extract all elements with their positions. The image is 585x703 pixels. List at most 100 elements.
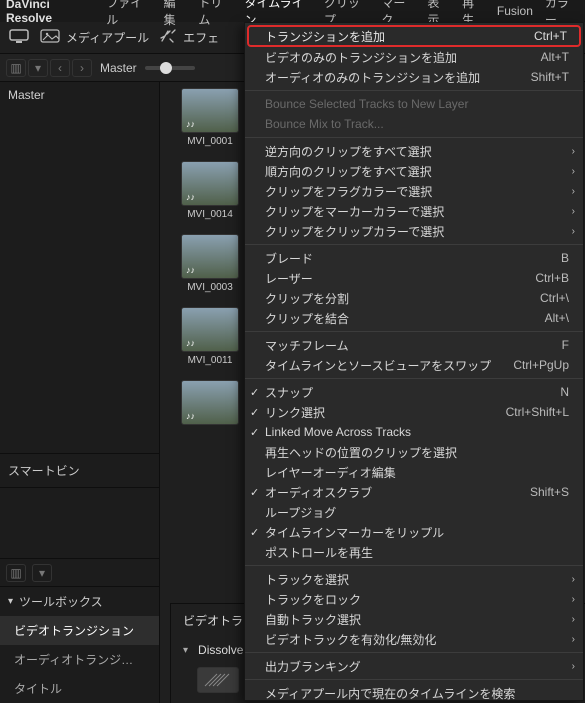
menu-add-audio-transition[interactable]: オーディオのみのトランジションを追加Shift+T	[245, 67, 583, 87]
layout-icon[interactable]: ▥	[6, 59, 26, 77]
menu-file[interactable]: ファイル	[106, 0, 151, 28]
clip-thumb[interactable]: MVI_0001	[170, 88, 250, 147]
menu-output-blanking[interactable]: 出力ブランキング›	[245, 656, 583, 676]
menu-bounce-mix: Bounce Mix to Track...	[245, 114, 583, 134]
menu-match-frame[interactable]: マッチフレームF	[245, 335, 583, 355]
menu-shortcut: Shift+T	[519, 70, 569, 84]
menu-find-timeline[interactable]: メディアプール内で現在のタイムラインを検索	[245, 683, 583, 703]
app-name: DaVinci Resolve	[6, 0, 94, 25]
menu-label: 出力ブランキング	[265, 658, 569, 675]
transition-swatch-icon[interactable]	[197, 667, 239, 693]
main-menubar: DaVinci Resolve ファイル 編集 トリム タイムライン クリップ …	[0, 0, 585, 22]
menu-shortcut: N	[548, 385, 569, 399]
check-icon: ✓	[250, 526, 259, 539]
menu-label: 順方向のクリップをすべて選択	[265, 163, 569, 180]
menu-select-forward[interactable]: 順方向のクリップをすべて選択›	[245, 161, 583, 181]
menu-join-clips[interactable]: クリップを結合Alt+\	[245, 308, 583, 328]
menu-shortcut: Shift+S	[518, 485, 569, 499]
menu-linked-move[interactable]: ✓ Linked Move Across Tracks	[245, 422, 583, 442]
menu-label: クリップをクリップカラーで選択	[265, 223, 569, 240]
menu-shortcut: Ctrl+PgUp	[501, 358, 569, 372]
menu-label: マッチフレーム	[265, 337, 550, 354]
menu-snap[interactable]: ✓スナップN	[245, 382, 583, 402]
media-pool-icon	[40, 29, 60, 46]
thumb-image	[181, 88, 239, 133]
toolbox-audio-transition[interactable]: オーディオトランジ…	[0, 645, 159, 674]
chevron-down-icon: ▾	[8, 596, 13, 607]
media-pool-button[interactable]: メディアプール	[40, 29, 149, 46]
toolbox-header[interactable]: ▾ ツールボックス	[0, 587, 159, 616]
menu-split-clip[interactable]: クリップを分割Ctrl+\	[245, 288, 583, 308]
slider-handle[interactable]	[160, 62, 172, 74]
thumbnail-size-slider[interactable]	[145, 66, 195, 70]
menu-select-at-playhead[interactable]: 再生ヘッドの位置のクリップを選択	[245, 442, 583, 462]
prev-button[interactable]: ‹	[50, 59, 70, 77]
menu-enable-video-track[interactable]: ビデオトラックを有効化/無効化›	[245, 629, 583, 649]
menu-select-flag-color[interactable]: クリップをフラグカラーで選択›	[245, 181, 583, 201]
menu-auto-track-select[interactable]: 自動トラック選択›	[245, 609, 583, 629]
bin-master[interactable]: Master	[0, 82, 159, 108]
menu-add-transition[interactable]: トランジションを追加 Ctrl+T	[247, 25, 581, 47]
toolbox-title[interactable]: タイトル	[0, 674, 159, 703]
chevron-right-icon: ›	[572, 206, 575, 217]
chevron-right-icon: ›	[572, 661, 575, 672]
menu-edit[interactable]: 編集	[164, 0, 187, 28]
menu-layered-audio[interactable]: レイヤーオーディオ編集	[245, 462, 583, 482]
check-icon: ✓	[250, 406, 259, 419]
clip-thumb[interactable]: MVI_0011	[170, 307, 250, 366]
transition-group-dissolve[interactable]: Dissolve	[198, 643, 243, 657]
menu-razor[interactable]: レーザーCtrl+B	[245, 268, 583, 288]
menu-label: Linked Move Across Tracks	[265, 425, 569, 439]
layout2-icon[interactable]: ▥	[6, 564, 26, 582]
menu-select-clip-color[interactable]: クリップをクリップカラーで選択›	[245, 221, 583, 241]
menu-label: ループジョグ	[265, 504, 569, 521]
menu-shortcut: F	[550, 338, 569, 352]
check-icon: ✓	[250, 426, 259, 439]
dropdown2-icon[interactable]: ▾	[32, 564, 52, 582]
menu-audio-scrub[interactable]: ✓オーディオスクラブShift+S	[245, 482, 583, 502]
next-button[interactable]: ›	[72, 59, 92, 77]
menu-trim[interactable]: トリム	[198, 0, 232, 28]
menu-select-backward[interactable]: 逆方向のクリップをすべて選択›	[245, 141, 583, 161]
menu-lock-track[interactable]: トラックをロック›	[245, 589, 583, 609]
toolbox-video-transition[interactable]: ビデオトランジション	[0, 616, 159, 645]
chevron-right-icon: ›	[572, 226, 575, 237]
menu-play-postroll[interactable]: ポストロールを再生	[245, 542, 583, 562]
menu-swap-viewer[interactable]: タイムラインとソースビューアをスワップCtrl+PgUp	[245, 355, 583, 375]
menu-blade[interactable]: ブレードB	[245, 248, 583, 268]
breadcrumb-master[interactable]: Master	[100, 61, 137, 75]
clip-thumb[interactable]: MVI_0003	[170, 234, 250, 293]
menu-shortcut: Alt+T	[529, 50, 569, 64]
chevron-right-icon: ›	[572, 574, 575, 585]
menu-label: タイムラインとソースビューアをスワップ	[265, 357, 501, 374]
menu-label: トラックを選択	[265, 571, 569, 588]
menu-linked-selection[interactable]: ✓リンク選択Ctrl+Shift+L	[245, 402, 583, 422]
menu-add-video-transition[interactable]: ビデオのみのトランジションを追加Alt+T	[245, 47, 583, 67]
smart-bin-header[interactable]: スマートビン	[0, 453, 159, 488]
media-pool-label: メディアプール	[66, 29, 149, 46]
monitor-icon[interactable]	[8, 28, 30, 47]
chevron-down-icon: ▾	[183, 645, 188, 656]
menu-label: クリップを分割	[265, 290, 528, 307]
menu-label: Bounce Selected Tracks to New Layer	[265, 97, 569, 111]
menu-shortcut: B	[549, 251, 569, 265]
left-panel: Master スマートビン ▥ ▾ ▾ ツールボックス ビデオトランジション オ…	[0, 82, 160, 703]
menu-label: トラックをロック	[265, 591, 569, 608]
timeline-menu: トランジションを追加 Ctrl+T ビデオのみのトランジションを追加Alt+T …	[244, 22, 584, 701]
menu-select-marker-color[interactable]: クリップをマーカーカラーで選択›	[245, 201, 583, 221]
menu-label: クリップを結合	[265, 310, 533, 327]
effects-button[interactable]: エフェ	[159, 28, 219, 47]
dropdown-icon[interactable]: ▾	[28, 59, 48, 77]
menu-label: クリップをフラグカラーで選択	[265, 183, 569, 200]
menu-fusion[interactable]: Fusion	[497, 4, 533, 18]
menu-label: クリップをマーカーカラーで選択	[265, 203, 569, 220]
menu-label: 自動トラック選択	[265, 611, 569, 628]
clip-thumb[interactable]: MVI_0014	[170, 161, 250, 220]
menu-loop-jog[interactable]: ループジョグ	[245, 502, 583, 522]
thumb-image	[181, 307, 239, 352]
effects-icon	[159, 28, 177, 47]
menu-select-track[interactable]: トラックを選択›	[245, 569, 583, 589]
thumb-image	[181, 234, 239, 279]
menu-ripple-markers[interactable]: ✓タイムラインマーカーをリップル	[245, 522, 583, 542]
clip-thumb[interactable]	[170, 380, 250, 425]
